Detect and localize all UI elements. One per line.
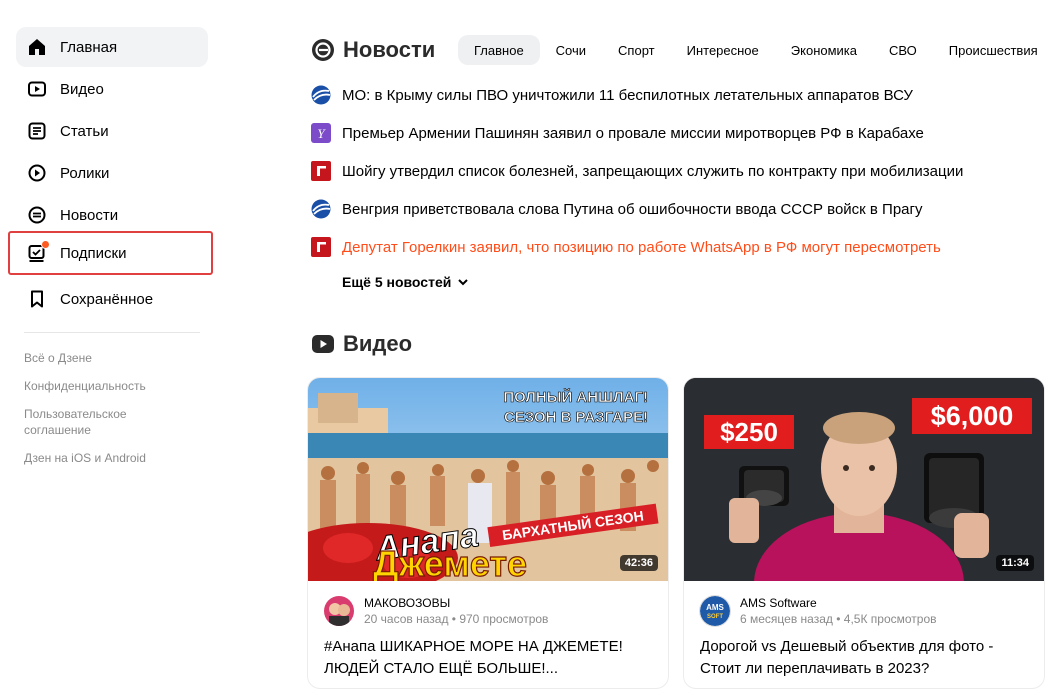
sidebar-item-articles[interactable]: Статьи <box>16 111 208 151</box>
video-meta: 6 месяцев назад • 4,5К просмотров <box>740 612 937 626</box>
video-thumbnail[interactable]: ПОЛНЫЙ АНШЛАГ! СЕЗОН В РАЗГАРЕ! БАРХАТНЫ… <box>308 378 668 581</box>
tab-sochi[interactable]: Сочи <box>540 35 602 65</box>
sidebar-item-label: Подписки <box>60 244 127 262</box>
subscriptions-icon <box>26 240 50 264</box>
news-title: Новости <box>343 37 436 62</box>
footer-link-terms[interactable]: Пользовательское соглашение <box>24 406 144 438</box>
news-item-text: Премьер Армении Пашинян заявил о провале… <box>342 124 924 142</box>
news-item[interactable]: МО: в Крыму силы ПВО уничтожили 11 беспи… <box>311 83 913 107</box>
notification-dot <box>41 240 50 249</box>
sidebar-item-news[interactable]: Новости <box>16 195 208 235</box>
video-duration: 42:36 <box>619 555 658 571</box>
avatar[interactable]: AMS SOFT <box>700 596 730 626</box>
video-card[interactable]: $250 $6,000 11:34 AMS SOFT AMS Software 6… <box>684 378 1044 688</box>
bookmark-icon <box>26 288 48 310</box>
tab-sport[interactable]: Спорт <box>602 35 671 65</box>
svg-text:SOFT: SOFT <box>707 614 723 620</box>
video-meta: 20 часов назад • 970 просмотров <box>364 612 549 626</box>
gazeta-icon <box>311 237 331 257</box>
gazeta-icon <box>311 161 331 181</box>
clips-icon <box>26 162 48 184</box>
news-item-text: Венгрия приветствовала слова Путина об о… <box>342 200 923 218</box>
more-news-label: Ещё 5 новостей <box>342 274 452 290</box>
news-logo-icon <box>311 38 335 62</box>
avatar[interactable] <box>324 596 354 626</box>
sidebar-item-label: Сохранённое <box>60 290 154 308</box>
video-thumbnail[interactable]: $250 $6,000 11:34 <box>684 378 1044 581</box>
sidebar-item-video[interactable]: Видео <box>16 69 208 109</box>
yahoo-style-icon: Y <box>311 123 331 143</box>
news-item[interactable]: Шойгу утвердил список болезней, запрещаю… <box>311 159 963 183</box>
channel-name[interactable]: AMS Software <box>740 596 817 610</box>
footer-link-privacy[interactable]: Конфиденциальность <box>24 378 174 394</box>
video-card[interactable]: ПОЛНЫЙ АНШЛАГ! СЕЗОН В РАЗГАРЕ! БАРХАТНЫ… <box>308 378 668 688</box>
news-item[interactable]: Y Премьер Армении Пашинян заявил о прова… <box>311 121 924 145</box>
sidebar-item-subscriptions[interactable]: Подписки <box>8 231 213 275</box>
news-item-text: МО: в Крыму силы ПВО уничтожили 11 беспи… <box>342 86 913 104</box>
tab-svo[interactable]: СВО <box>873 35 933 65</box>
video-duration: 11:34 <box>996 555 1034 571</box>
footer-link-about[interactable]: Всё о Дзене <box>24 350 174 366</box>
video-icon <box>26 78 48 100</box>
sidebar-item-saved[interactable]: Сохранённое <box>16 279 208 319</box>
tab-incidents[interactable]: Происшествия <box>933 35 1052 65</box>
ria-globe-icon <box>311 85 331 105</box>
video-title[interactable]: #Анапа ШИКАРНОЕ МОРЕ НА ДЖЕМЕТЕ! ЛЮДЕЙ С… <box>324 636 654 680</box>
tab-interesting[interactable]: Интересное <box>671 35 775 65</box>
sidebar: Главная Видео Статьи Ролики Новости Подп… <box>0 0 230 696</box>
articles-icon <box>26 120 48 142</box>
more-news-button[interactable]: Ещё 5 новостей <box>342 274 469 290</box>
sidebar-item-label: Новости <box>60 206 119 224</box>
news-tabs: Главное Сочи Спорт Интересное Экономика … <box>458 35 1052 65</box>
sidebar-divider <box>24 332 200 333</box>
price-tag-right: $6,000 <box>931 401 1014 431</box>
svg-text:Джемете: Джемете <box>373 543 527 581</box>
news-item-text: Депутат Горелкин заявил, что позицию по … <box>342 238 941 256</box>
thumb-caption-top: ПОЛНЫЙ АНШЛАГ! <box>503 388 648 406</box>
svg-text:СЕЗОН В РАЗГАРЕ!: СЕЗОН В РАЗГАРЕ! <box>504 409 648 426</box>
tab-economy[interactable]: Экономика <box>775 35 873 65</box>
sidebar-item-label: Статьи <box>60 122 109 140</box>
chevron-down-icon <box>457 276 469 288</box>
video-section-title[interactable]: Видео <box>311 331 412 357</box>
channel-name[interactable]: МАКОВОЗОВЫ <box>364 596 450 610</box>
sidebar-item-label: Ролики <box>60 164 110 182</box>
video-title-label: Видео <box>343 331 413 356</box>
sidebar-item-label: Главная <box>60 38 118 56</box>
sidebar-item-home[interactable]: Главная <box>16 27 208 67</box>
news-item[interactable]: Венгрия приветствовала слова Путина об о… <box>311 197 922 221</box>
news-item[interactable]: Депутат Горелкин заявил, что позицию по … <box>311 235 941 259</box>
ria-globe-icon <box>311 199 331 219</box>
news-item-text: Шойгу утвердил список болезней, запрещаю… <box>342 162 964 180</box>
video-logo-icon <box>311 332 335 356</box>
sidebar-item-label: Видео <box>60 80 104 98</box>
tab-main[interactable]: Главное <box>458 35 540 65</box>
footer-link-apps[interactable]: Дзен на iOS и Android <box>24 450 174 466</box>
price-tag-left: $250 <box>720 417 778 447</box>
sidebar-item-clips[interactable]: Ролики <box>16 153 208 193</box>
news-icon <box>26 204 48 226</box>
video-title[interactable]: Дорогой vs Дешевый объектив для фото - С… <box>700 636 1030 680</box>
news-section-title[interactable]: Новости <box>311 37 435 63</box>
svg-text:AMS: AMS <box>706 603 724 612</box>
home-icon <box>26 36 48 58</box>
